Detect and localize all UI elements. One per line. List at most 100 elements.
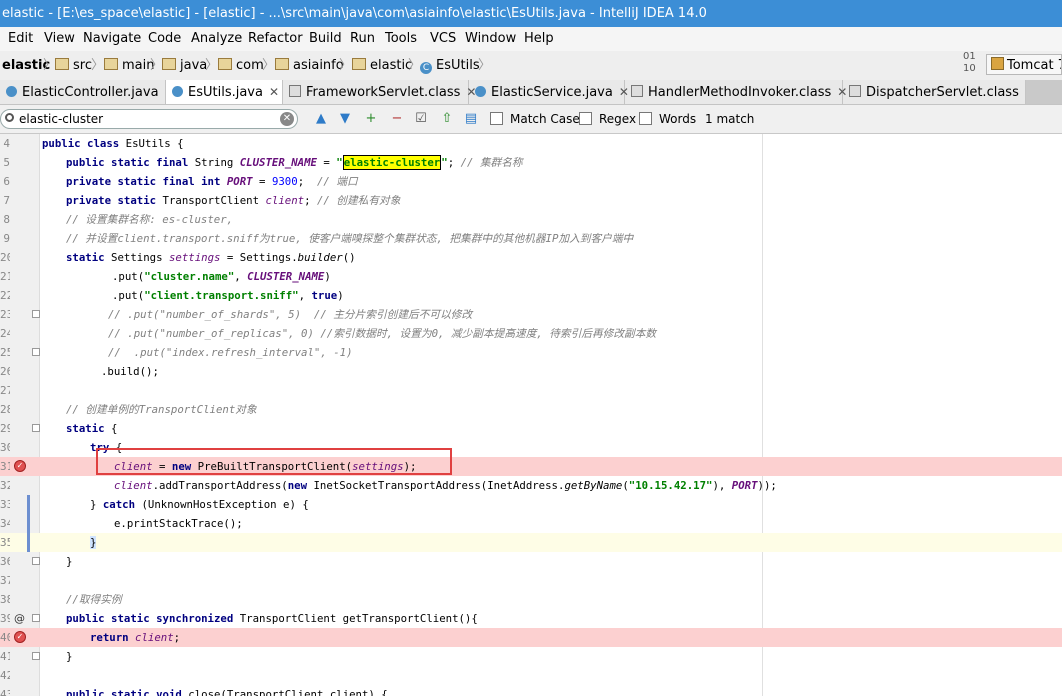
code-line: 6 private static final int PORT = 9300; /… — [0, 172, 1062, 191]
class-icon — [6, 86, 17, 97]
tab-esutils[interactable]: EsUtils.java ✕ — [166, 80, 283, 104]
code-text: public static final String CLUSTER_NAME … — [66, 155, 523, 170]
run-configuration-selector[interactable]: Tomcat 7 — [986, 54, 1062, 75]
tab-overflow-area[interactable] — [1026, 80, 1062, 104]
binary-icon[interactable]: 01 10 — [963, 51, 976, 75]
breadcrumb-esutils[interactable]: C EsUtils — [420, 51, 480, 80]
class-file-icon — [849, 85, 861, 97]
code-line: 26 .build(); — [0, 362, 1062, 381]
menu-refactor[interactable]: Refactor — [248, 27, 303, 51]
breadcrumb-com[interactable]: com — [218, 51, 264, 80]
fold-marker-icon[interactable] — [32, 310, 40, 318]
tab-handler-method-invoker[interactable]: HandlerMethodInvoker.class ✕ — [625, 80, 847, 104]
previous-occurrence-icon[interactable]: ▲ — [314, 112, 328, 126]
window-title: elastic - [E:\es_space\elastic] - [elast… — [2, 6, 707, 21]
code-text: .put("client.transport.sniff", true) — [112, 289, 344, 302]
menu-code[interactable]: Code — [148, 27, 181, 51]
menu-view[interactable]: View — [44, 27, 75, 51]
code-text: // .put("number_of_replicas", 0) //索引数据时… — [108, 327, 657, 340]
breadcrumb-main[interactable]: main — [104, 51, 154, 80]
fold-marker-icon[interactable] — [32, 557, 40, 565]
menu-tools[interactable]: Tools — [385, 27, 417, 51]
add-occurrence-icon[interactable]: + — [364, 112, 378, 126]
code-line: 4 public class EsUtils { — [0, 134, 1062, 153]
menu-run[interactable]: Run — [350, 27, 375, 51]
code-text: } catch (UnknownHostException e) { — [90, 498, 309, 511]
menu-window[interactable]: Window — [465, 27, 516, 51]
menu-edit[interactable]: Edit — [8, 27, 33, 51]
code-line: 43 public static void close(TransportClie… — [0, 685, 1062, 696]
code-text: // 设置集群名称: es-cluster, — [66, 213, 234, 226]
code-editor[interactable]: 4 public class EsUtils { 5 public static f… — [0, 134, 1062, 696]
breakpoint-icon[interactable]: ✓ — [14, 631, 26, 643]
regex-label: Regex — [599, 112, 637, 126]
breadcrumb-asiainfo[interactable]: asiainfo — [275, 51, 344, 80]
code-text: return client; — [90, 631, 181, 644]
match-case-checkbox[interactable] — [490, 112, 503, 125]
code-line: 28// 创建单例的TransportClient对象 — [0, 400, 1062, 419]
code-text: // 并设置client.transport.sniff为true, 使客户端嗅… — [66, 232, 634, 245]
code-line: 25// .put("index.refresh_interval", -1) — [0, 343, 1062, 362]
code-text: //取得实例 — [66, 593, 122, 606]
words-label: Words — [659, 112, 697, 126]
tab-dispatcher-servlet[interactable]: DispatcherServlet.class✕ — [843, 80, 1035, 104]
code-text: } — [66, 555, 73, 568]
code-line: 8// 设置集群名称: es-cluster, — [0, 210, 1062, 229]
menu-help[interactable]: Help — [524, 27, 554, 51]
code-text: // 创建单例的TransportClient对象 — [66, 403, 257, 416]
breadcrumb-separator: 〉 — [91, 58, 105, 73]
match-case-label: Match Case — [510, 112, 580, 126]
tab-elastic-controller[interactable]: ElasticController.java✕ — [0, 80, 175, 104]
fold-marker-icon[interactable] — [32, 652, 40, 660]
highlight-annotation-box — [96, 448, 452, 475]
code-line: 34 e.printStackTrace(); — [0, 514, 1062, 533]
code-line: 27 — [0, 384, 10, 397]
class-icon — [475, 86, 486, 97]
menu-bar: Edit View Navigate Code Analyze Refactor… — [0, 27, 1062, 51]
breadcrumb-separator: 〉 — [262, 58, 276, 73]
class-file-icon — [631, 85, 643, 97]
menu-navigate[interactable]: Navigate — [83, 27, 141, 51]
code-line: 42 — [0, 669, 10, 682]
folder-icon — [162, 58, 176, 70]
tab-elastic-service[interactable]: ElasticService.java ✕ — [469, 80, 629, 104]
breadcrumb-java[interactable]: java — [162, 51, 207, 80]
code-line: 24// .put("number_of_replicas", 0) //索引数… — [0, 324, 1062, 343]
breadcrumb-src[interactable]: src — [55, 51, 92, 80]
code-line: 38//取得实例 — [0, 590, 1062, 609]
vcs-change-marker[interactable] — [27, 495, 30, 552]
code-text: static Settings settings = Settings.buil… — [66, 251, 356, 264]
find-input[interactable] — [19, 111, 274, 127]
code-line: 39 public static synchronized TransportCl… — [0, 609, 1062, 628]
menu-analyze[interactable]: Analyze — [191, 27, 242, 51]
words-checkbox[interactable] — [639, 112, 652, 125]
code-line: 5 public static final String CLUSTER_NAME… — [0, 153, 1062, 172]
menu-build[interactable]: Build — [309, 27, 342, 51]
select-all-occurrences-icon[interactable]: ☑ — [414, 112, 428, 126]
code-line: 22 .put("client.transport.sniff", true) — [0, 286, 1062, 305]
code-line: 36} — [0, 552, 1062, 571]
search-icon[interactable] — [5, 113, 14, 122]
close-icon[interactable]: ✕ — [269, 85, 279, 99]
breadcrumb-separator: 〉 — [478, 58, 492, 73]
code-text: public static void close(TransportClient… — [66, 688, 388, 696]
next-occurrence-icon[interactable]: ▼ — [338, 112, 352, 126]
package-icon — [218, 58, 232, 70]
fold-marker-icon[interactable] — [32, 348, 40, 356]
filter-icon[interactable]: ▤ — [464, 112, 478, 126]
search-match-highlight: elastic-cluster — [342, 155, 442, 170]
breadcrumb-elastic-package[interactable]: elastic — [352, 51, 412, 80]
fold-marker-icon[interactable] — [32, 424, 40, 432]
clear-search-icon[interactable]: ✕ — [280, 112, 294, 126]
find-field[interactable]: ✕ — [0, 109, 298, 129]
menu-vcs[interactable]: VCS — [430, 27, 456, 51]
code-text: client.addTransportAddress(new InetSocke… — [114, 479, 777, 492]
annotation-icon[interactable]: @ — [14, 609, 25, 628]
remove-occurrence-icon[interactable]: − — [390, 112, 404, 126]
fold-marker-icon[interactable] — [32, 614, 40, 622]
regex-checkbox[interactable] — [579, 112, 592, 125]
breakpoint-icon[interactable]: ✓ — [14, 460, 26, 472]
export-icon[interactable]: ⇧ — [440, 112, 454, 126]
tab-framework-servlet[interactable]: FrameworkServlet.class ✕ — [283, 80, 476, 104]
code-line: 23// .put("number_of_shards", 5) // 主分片索… — [0, 305, 1062, 324]
